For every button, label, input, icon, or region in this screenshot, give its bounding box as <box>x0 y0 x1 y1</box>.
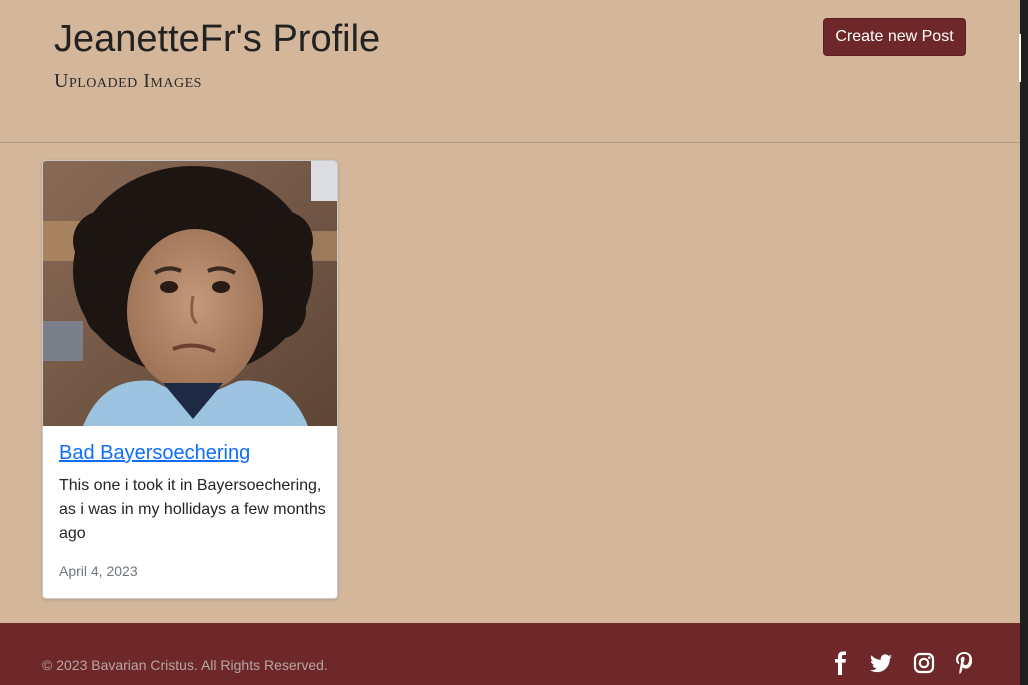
content-area: JeanetteFr's Profile Uploaded Images Cre… <box>0 0 1020 623</box>
post-image-graphic <box>43 161 337 426</box>
create-new-post-button[interactable]: Create new Post <box>823 18 966 56</box>
post-image[interactable] <box>43 161 337 426</box>
profile-header: JeanetteFr's Profile Uploaded Images Cre… <box>0 0 1020 143</box>
footer: © 2023 Bavarian Cristus. All Rights Rese… <box>0 623 1020 685</box>
page-subtitle: Uploaded Images <box>54 70 202 92</box>
twitter-icon-graphic <box>870 654 892 673</box>
facebook-icon[interactable] <box>829 651 853 675</box>
copyright-text: © 2023 Bavarian Cristus. All Rights Rese… <box>42 657 328 673</box>
post-title-link[interactable]: Bad Bayersoechering <box>59 442 250 465</box>
pinterest-icon-graphic <box>956 652 973 675</box>
page-title: JeanetteFr's Profile <box>54 18 381 60</box>
page: JeanetteFr's Profile Uploaded Images Cre… <box>0 0 1028 685</box>
scrollbar-track[interactable] <box>1020 0 1028 685</box>
instagram-icon[interactable] <box>912 651 936 675</box>
facebook-icon-graphic <box>835 651 846 675</box>
post-card: Bad Bayersoechering This one i took it i… <box>42 160 338 599</box>
pinterest-icon[interactable] <box>952 651 976 675</box>
post-date: April 4, 2023 <box>59 563 138 579</box>
instagram-icon-graphic <box>913 652 935 674</box>
scrollbar-thumb[interactable] <box>1019 34 1021 82</box>
post-description: This one i took it in Bayersoechering, a… <box>59 477 326 542</box>
twitter-icon[interactable] <box>869 651 893 675</box>
